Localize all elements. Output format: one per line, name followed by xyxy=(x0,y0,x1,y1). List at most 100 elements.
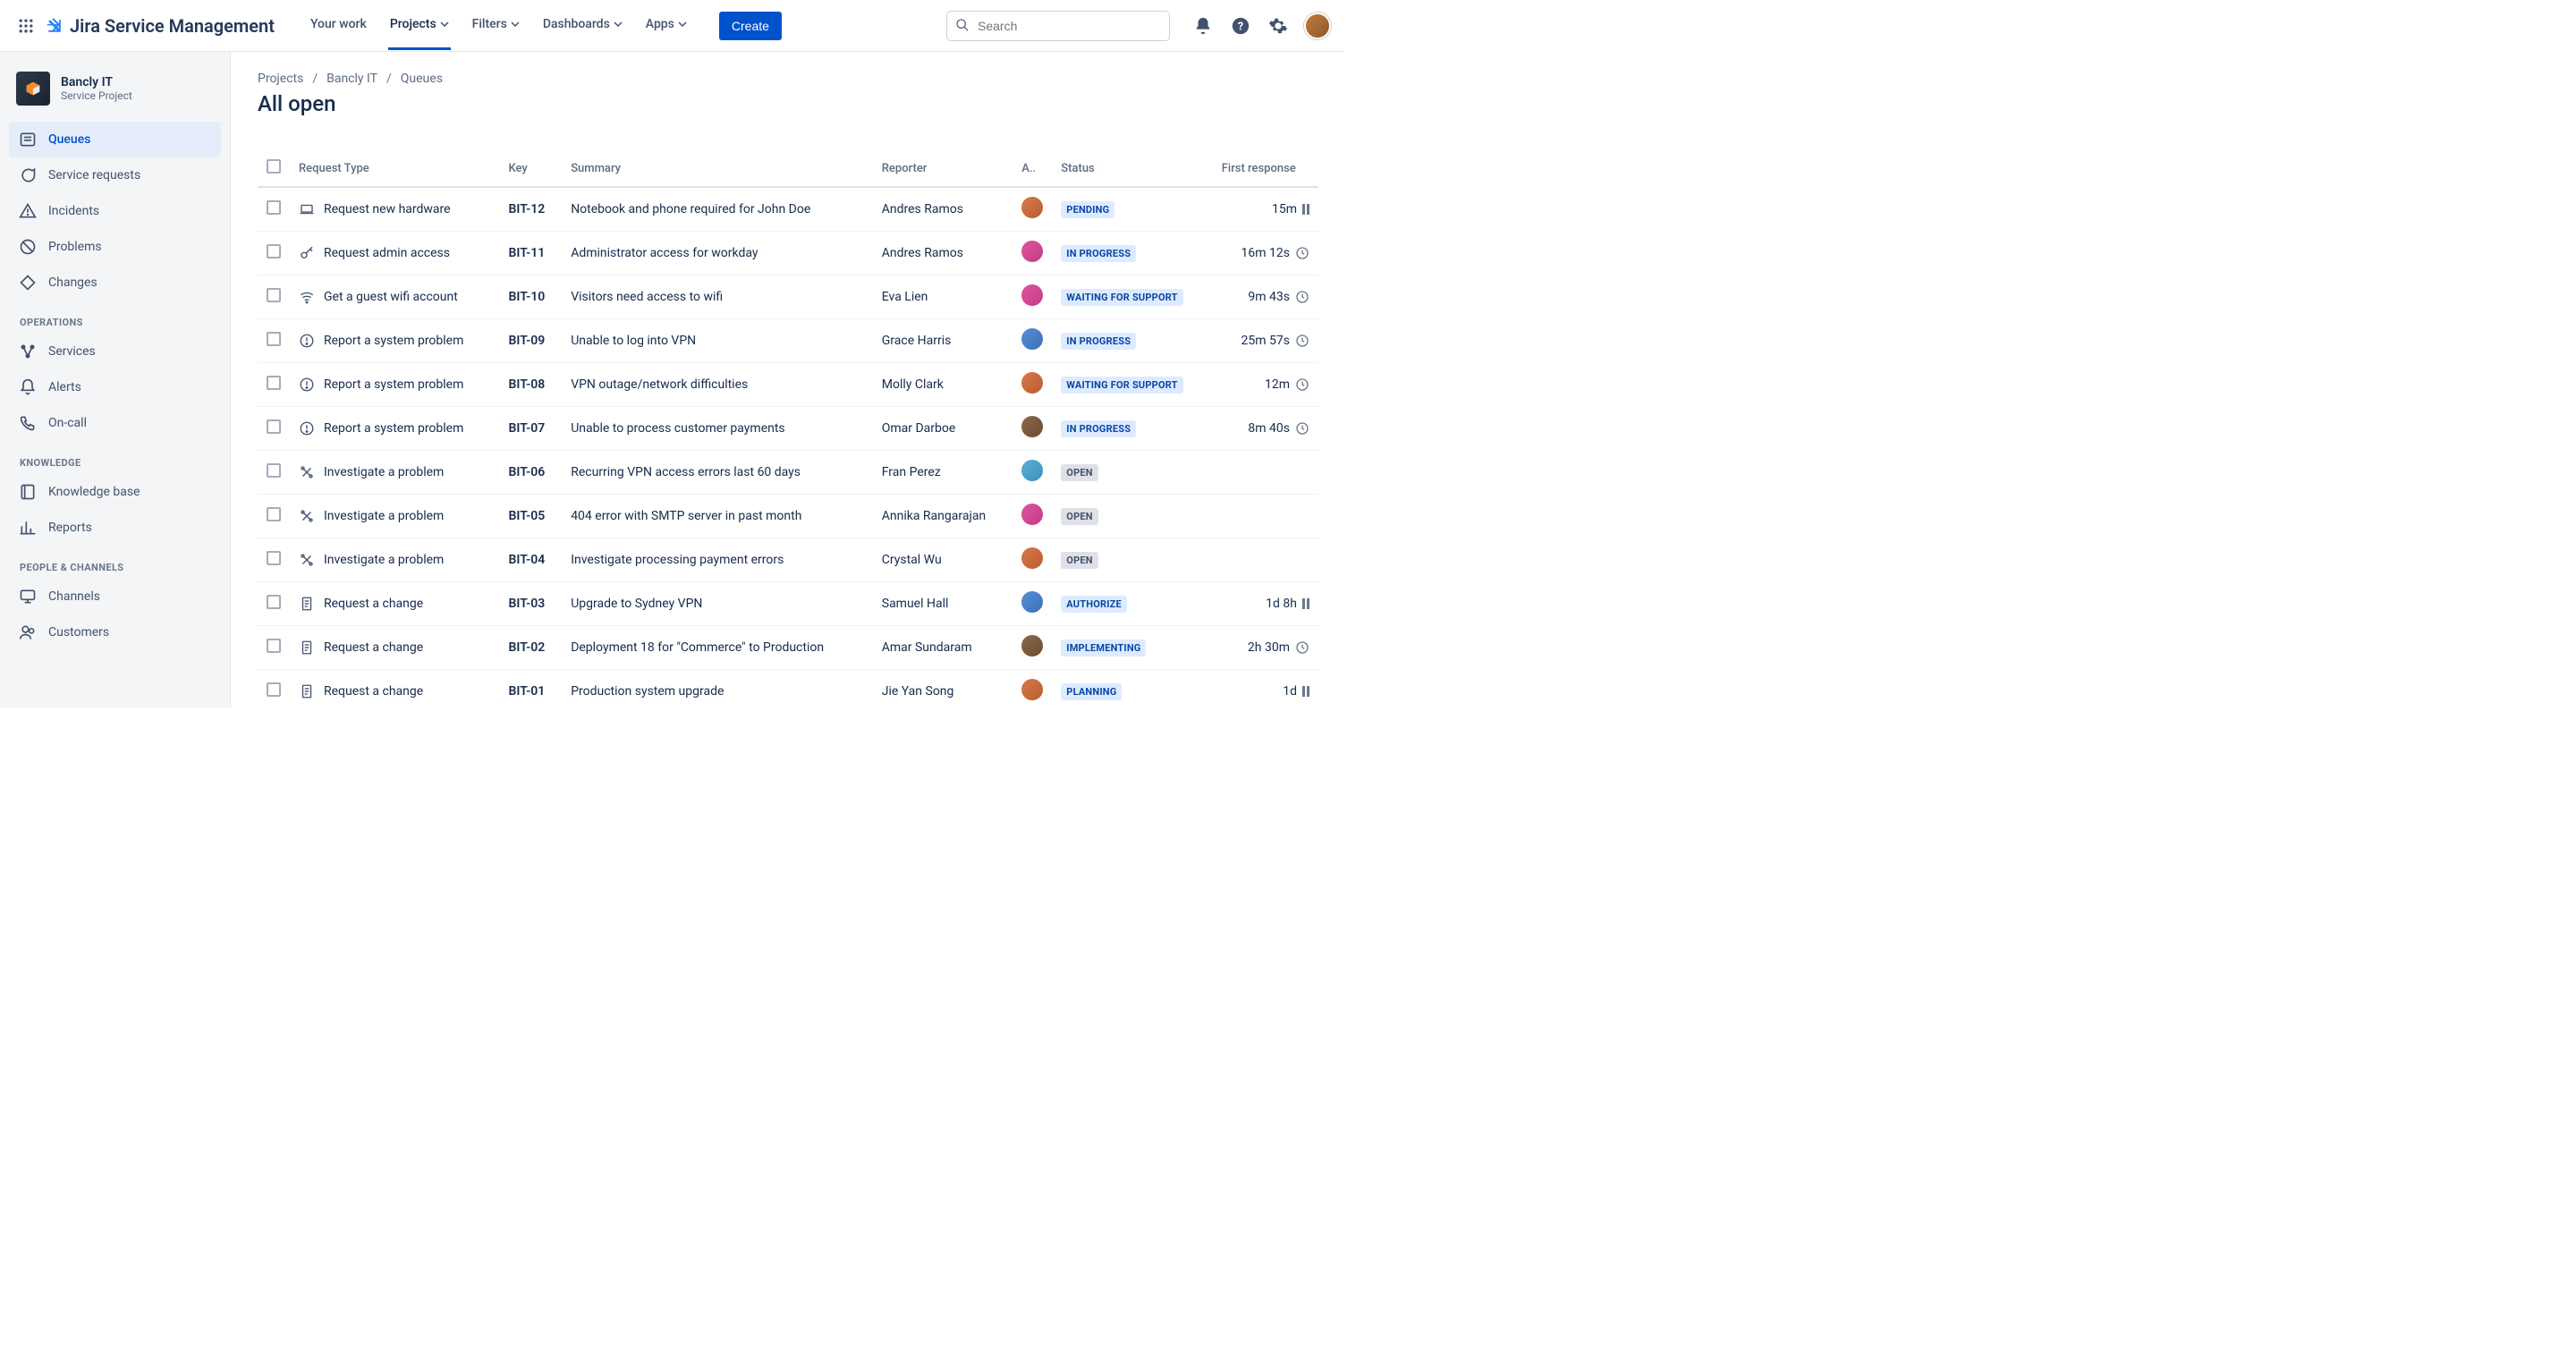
issue-key[interactable]: BIT-03 xyxy=(500,582,563,626)
status-badge[interactable]: OPEN xyxy=(1061,552,1097,569)
issue-summary[interactable]: Deployment 18 for "Commerce" to Producti… xyxy=(562,626,873,670)
project-header[interactable]: Bancly IT Service Project xyxy=(9,68,221,122)
issue-summary[interactable]: Administrator access for workday xyxy=(562,232,873,275)
issue-summary[interactable]: Investigate processing payment errors xyxy=(562,538,873,582)
table-row[interactable]: Investigate a problemBIT-06Recurring VPN… xyxy=(258,451,1318,495)
table-row[interactable]: Request a changeBIT-03Upgrade to Sydney … xyxy=(258,582,1318,626)
breadcrumb-projects[interactable]: Projects xyxy=(258,72,303,86)
col-summary[interactable]: Summary xyxy=(562,152,873,187)
assignee-avatar[interactable] xyxy=(1021,197,1043,218)
search-field[interactable] xyxy=(946,11,1170,41)
issue-key[interactable]: BIT-09 xyxy=(500,319,563,363)
help-icon[interactable]: ? xyxy=(1229,14,1252,38)
issue-key[interactable]: BIT-12 xyxy=(500,187,563,232)
row-checkbox[interactable] xyxy=(267,551,281,565)
notifications-icon[interactable] xyxy=(1191,14,1215,38)
assignee-avatar[interactable] xyxy=(1021,460,1043,481)
select-all-checkbox[interactable] xyxy=(267,159,281,174)
status-badge[interactable]: PLANNING xyxy=(1061,683,1122,700)
status-badge[interactable]: OPEN xyxy=(1061,508,1097,525)
sidebar-item-problems[interactable]: Problems xyxy=(9,229,221,265)
table-row[interactable]: Get a guest wifi accountBIT-10Visitors n… xyxy=(258,275,1318,319)
app-switcher-icon[interactable] xyxy=(14,14,38,38)
create-button[interactable]: Create xyxy=(719,12,782,40)
status-badge[interactable]: IN PROGRESS xyxy=(1061,333,1136,350)
issue-key[interactable]: BIT-07 xyxy=(500,407,563,451)
issue-summary[interactable]: Unable to process customer payments xyxy=(562,407,873,451)
col-request-type[interactable]: Request Type xyxy=(290,152,500,187)
table-row[interactable]: Request admin accessBIT-11Administrator … xyxy=(258,232,1318,275)
nav-your-work[interactable]: Your work xyxy=(309,1,369,50)
sidebar-item-service-requests[interactable]: Service requests xyxy=(9,157,221,193)
status-badge[interactable]: OPEN xyxy=(1061,464,1097,481)
row-checkbox[interactable] xyxy=(267,376,281,390)
table-row[interactable]: Report a system problemBIT-07Unable to p… xyxy=(258,407,1318,451)
assignee-avatar[interactable] xyxy=(1021,591,1043,613)
table-row[interactable]: Investigate a problemBIT-04Investigate p… xyxy=(258,538,1318,582)
row-checkbox[interactable] xyxy=(267,595,281,609)
col-reporter[interactable]: Reporter xyxy=(873,152,1013,187)
col-status[interactable]: Status xyxy=(1052,152,1212,187)
status-badge[interactable]: WAITING FOR SUPPORT xyxy=(1061,377,1182,394)
assignee-avatar[interactable] xyxy=(1021,635,1043,657)
status-badge[interactable]: AUTHORIZE xyxy=(1061,596,1127,613)
table-row[interactable]: Investigate a problemBIT-05404 error wit… xyxy=(258,495,1318,538)
row-checkbox[interactable] xyxy=(267,332,281,346)
issue-summary[interactable]: Unable to log into VPN xyxy=(562,319,873,363)
row-checkbox[interactable] xyxy=(267,200,281,215)
status-badge[interactable]: IN PROGRESS xyxy=(1061,245,1136,262)
row-checkbox[interactable] xyxy=(267,639,281,653)
issue-key[interactable]: BIT-08 xyxy=(500,363,563,407)
breadcrumb-project[interactable]: Bancly IT xyxy=(326,72,377,86)
row-checkbox[interactable] xyxy=(267,288,281,302)
user-avatar[interactable] xyxy=(1304,13,1331,39)
assignee-avatar[interactable] xyxy=(1021,679,1043,700)
sidebar-item-on-call[interactable]: On-call xyxy=(9,405,221,441)
search-input[interactable] xyxy=(946,11,1170,41)
assignee-avatar[interactable] xyxy=(1021,372,1043,394)
table-row[interactable]: Report a system problemBIT-08VPN outage/… xyxy=(258,363,1318,407)
table-row[interactable]: Request a changeBIT-02Deployment 18 for … xyxy=(258,626,1318,670)
col-first-response[interactable]: First response xyxy=(1213,152,1318,187)
issue-summary[interactable]: Production system upgrade xyxy=(562,670,873,708)
table-row[interactable]: Report a system problemBIT-09Unable to l… xyxy=(258,319,1318,363)
sidebar-item-changes[interactable]: Changes xyxy=(9,265,221,301)
assignee-avatar[interactable] xyxy=(1021,504,1043,525)
status-badge[interactable]: WAITING FOR SUPPORT xyxy=(1061,289,1182,306)
table-row[interactable]: Request new hardwareBIT-12Notebook and p… xyxy=(258,187,1318,232)
issue-key[interactable]: BIT-06 xyxy=(500,451,563,495)
assignee-avatar[interactable] xyxy=(1021,241,1043,262)
issue-key[interactable]: BIT-04 xyxy=(500,538,563,582)
issue-key[interactable]: BIT-10 xyxy=(500,275,563,319)
assignee-avatar[interactable] xyxy=(1021,328,1043,350)
nav-apps[interactable]: Apps xyxy=(644,1,689,50)
issue-key[interactable]: BIT-11 xyxy=(500,232,563,275)
issue-summary[interactable]: VPN outage/network difficulties xyxy=(562,363,873,407)
issue-summary[interactable]: Notebook and phone required for John Doe xyxy=(562,187,873,232)
sidebar-item-alerts[interactable]: Alerts xyxy=(9,369,221,405)
sidebar-item-knowledge-base[interactable]: Knowledge base xyxy=(9,474,221,510)
table-row[interactable]: Request a changeBIT-01Production system … xyxy=(258,670,1318,708)
status-badge[interactable]: IMPLEMENTING xyxy=(1061,640,1146,657)
row-checkbox[interactable] xyxy=(267,244,281,258)
breadcrumb-queues[interactable]: Queues xyxy=(401,72,443,86)
assignee-avatar[interactable] xyxy=(1021,284,1043,306)
assignee-avatar[interactable] xyxy=(1021,547,1043,569)
sidebar-item-incidents[interactable]: Incidents xyxy=(9,193,221,229)
sidebar-item-queues[interactable]: Queues xyxy=(9,122,221,157)
status-badge[interactable]: PENDING xyxy=(1061,201,1114,218)
nav-projects[interactable]: Projects xyxy=(388,1,451,50)
row-checkbox[interactable] xyxy=(267,507,281,521)
col-assignee[interactable]: A.. xyxy=(1013,152,1052,187)
issue-summary[interactable]: Visitors need access to wifi xyxy=(562,275,873,319)
sidebar-item-reports[interactable]: Reports xyxy=(9,510,221,546)
status-badge[interactable]: IN PROGRESS xyxy=(1061,420,1136,437)
nav-dashboards[interactable]: Dashboards xyxy=(541,1,624,50)
issue-summary[interactable]: 404 error with SMTP server in past month xyxy=(562,495,873,538)
nav-filters[interactable]: Filters xyxy=(470,1,521,50)
row-checkbox[interactable] xyxy=(267,682,281,697)
settings-icon[interactable] xyxy=(1267,14,1290,38)
row-checkbox[interactable] xyxy=(267,419,281,434)
issue-key[interactable]: BIT-02 xyxy=(500,626,563,670)
issue-key[interactable]: BIT-05 xyxy=(500,495,563,538)
